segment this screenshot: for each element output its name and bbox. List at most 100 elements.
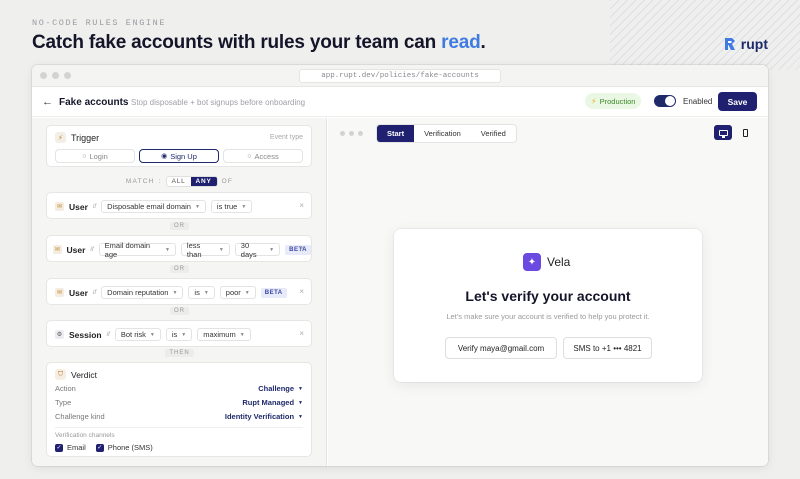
tab-start[interactable]: Start [377,125,415,142]
event-option-access[interactable]: ○ Access [223,149,303,163]
remove-condition-icon[interactable]: × [299,244,304,253]
tab-verified[interactable]: Verified [471,125,516,142]
condition-card: ✉ User if Disposable email domain ▼ is tr… [46,192,312,219]
verify-email-button[interactable]: Verify maya@gmail.com [445,337,557,359]
remove-condition-icon[interactable]: × [299,287,304,296]
page-title: Fake accounts [59,97,129,108]
event-option-signup[interactable]: ◉ Sign Up [139,149,219,163]
condition-value-select[interactable]: poor ▼ [219,286,256,299]
rules-panel: ⚡ Trigger Event type ○ Login ◉ Sign Up ○ Ac… [32,118,327,466]
background-hatch [610,0,800,70]
save-button[interactable]: Save [718,92,757,111]
condition-field-select[interactable]: Domain reputation ▼ [101,286,184,299]
enabled-label: Enabled [683,97,713,106]
condition-card: ✉ User if Domain reputation ▼ is ▼ poor ▼ B… [46,278,312,305]
condition-card: ✉ User if Email domain age ▼ less than ▼ 3… [46,235,312,262]
arrow-left-icon[interactable]: ← [42,96,53,108]
headline-accent: read [441,32,481,53]
lightning-icon: ⚡ [55,132,66,143]
mobile-view-button[interactable] [736,125,754,140]
condition-row: ✉ User if Email domain age ▼ less than ▼ 3… [53,241,312,259]
app-window: app.rupt.dev/policies/fake-accounts ← Fa… [32,65,768,466]
browser-chrome: app.rupt.dev/policies/fake-accounts [32,65,768,87]
sparkle-icon: ✦ [523,253,541,271]
checkmark-icon: ✓ [95,443,104,452]
preview-dot [358,131,363,136]
verdict-type-select[interactable]: Rupt Managed ▼ [242,398,303,407]
event-selector: ○ Login ◉ Sign Up ○ Access [55,149,303,163]
chevron-down-icon: ▼ [298,413,303,420]
match-any-option[interactable]: ANY [190,177,217,186]
preview-dot [349,131,354,136]
verdict-row-type: Type Rupt Managed ▼ [55,398,303,407]
trigger-title: Trigger [71,132,100,143]
or-connector: OR [32,222,327,230]
or-connector: OR [32,307,327,315]
verdict-value: Identity Verification [224,412,295,421]
condition-row: ✉ User if Domain reputation ▼ is ▼ poor ▼ B… [55,286,287,299]
verdict-key: Type [55,398,72,407]
channel-sms-checkbox[interactable]: ✓ Phone (SMS) [95,443,153,452]
or-label: OR [170,265,189,273]
headline: Catch fake accounts with rules your team… [32,32,486,54]
condition-value-select[interactable]: maximum ▼ [197,328,251,341]
then-connector: THEN [32,349,327,357]
condition-if: if [106,331,110,338]
condition-value-select[interactable]: 30 days ▼ [234,241,281,259]
condition-if: if [90,246,94,253]
remove-condition-icon[interactable]: × [299,201,304,210]
verdict-action-select[interactable]: Challenge ▼ [258,384,303,393]
eyebrow-label: NO-CODE RULES ENGINE [32,18,167,28]
condition-subject: Session [69,329,102,340]
condition-operator-select[interactable]: is true ▼ [210,200,253,213]
condition-field-select[interactable]: Disposable email domain ▼ [101,200,206,213]
match-all-option[interactable]: ALL [167,177,191,186]
event-option-login[interactable]: ○ Login [55,149,135,163]
user-icon: ✉ [55,202,64,211]
address-bar[interactable]: app.rupt.dev/policies/fake-accounts [299,69,501,83]
bolt-icon: ⚡ [591,96,597,106]
chip-label: poor [225,288,241,297]
verdict-challenge-kind-select[interactable]: Identity Verification ▼ [225,412,303,421]
window-controls [40,72,71,79]
condition-operator-select[interactable]: is ▼ [188,286,215,299]
condition-field-select[interactable]: Bot risk ▼ [114,328,161,341]
window-minimize-dot[interactable] [52,72,59,79]
condition-row: ⚙ Session if Bot risk ▼ is ▼ maximum ▼ [55,328,251,341]
match-suffix: OF [221,178,234,185]
condition-operator-select[interactable]: less than ▼ [180,241,230,259]
window-close-dot[interactable] [40,72,47,79]
verify-sms-button[interactable]: SMS to +1 ••• 4821 [563,337,652,359]
checkmark-icon: ✓ [55,443,63,452]
chevron-down-icon: ▼ [164,246,170,253]
channel-email-checkbox[interactable]: ✓ Email [55,443,86,452]
channel-label: Email [67,443,86,452]
chevron-down-icon: ▼ [298,385,303,392]
verification-preview-card: ✦ Vela Let's verify your account Let's m… [394,229,702,382]
policy-toolbar: ← Fake accounts Stop disposable + bot si… [32,87,768,117]
chip-label: Domain reputation [107,288,169,297]
desktop-view-button[interactable] [714,125,732,140]
chevron-down-icon: ▼ [239,331,245,338]
event-type-label: Event type [269,134,303,141]
trigger-header: ⚡ Trigger [55,132,99,143]
environment-badge[interactable]: ⚡ Production [585,93,642,109]
headline-text: Catch fake accounts with rules your team… [32,32,442,53]
remove-condition-icon[interactable]: × [299,329,304,338]
vela-logo: ✦ Vela [523,253,570,271]
editor-body: ⚡ Trigger Event type ○ Login ◉ Sign Up ○ Ac… [32,118,768,466]
verification-channels: ✓ Email ✓ Phone (SMS) [55,443,153,452]
environment-label: Production [599,96,636,106]
or-label: OR [170,307,189,315]
brand-logo: rupt [723,36,768,52]
shield-icon: ⛉ [55,369,66,380]
tab-verification[interactable]: Verification [414,125,471,142]
condition-operator-select[interactable]: is ▼ [165,328,193,341]
preview-dot [340,131,345,136]
window-maximize-dot[interactable] [64,72,71,79]
chip-label: Bot risk [120,330,146,339]
enabled-toggle[interactable] [654,95,676,107]
chevron-down-icon: ▼ [194,203,200,210]
condition-field-select[interactable]: Email domain age ▼ [98,241,176,259]
beta-badge: BETA [285,244,312,255]
